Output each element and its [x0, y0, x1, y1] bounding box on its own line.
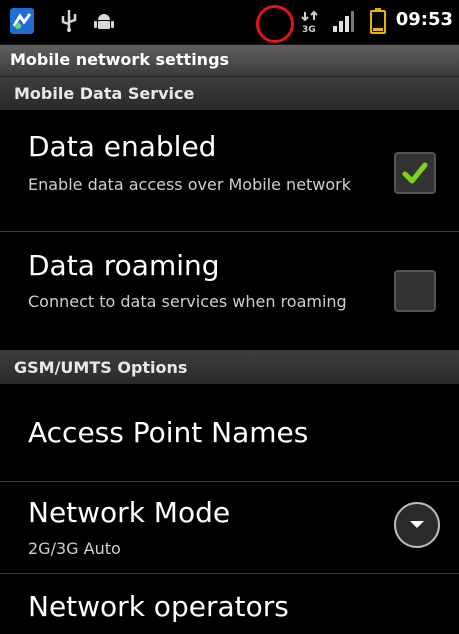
network-operators-setting[interactable]: Network operators: [0, 574, 459, 634]
battery-icon: [370, 8, 386, 38]
page-title: Mobile network settings: [10, 50, 230, 69]
annotation-circle: [256, 5, 294, 43]
setting-title: Network operators: [28, 590, 289, 623]
setting-title: Network Mode: [28, 496, 231, 529]
data-roaming-checkbox[interactable]: [394, 270, 436, 312]
network-3g-icon: 3G: [301, 10, 321, 38]
section-header-mobile-data: Mobile Data Service: [0, 77, 459, 110]
section-label: GSM/UMTS Options: [14, 358, 188, 377]
section-header-gsm: GSM/UMTS Options: [0, 351, 459, 384]
status-bar: 3G 09:53: [0, 0, 459, 45]
android-debug-icon: [94, 12, 114, 34]
setting-title: Access Point Names: [28, 416, 309, 449]
data-enabled-checkbox[interactable]: [394, 152, 436, 194]
data-enabled-setting[interactable]: Data enabled Enable data access over Mob…: [0, 110, 459, 232]
setting-summary: 2G/3G Auto: [28, 539, 121, 558]
checkmark-icon: [402, 162, 428, 184]
apn-setting[interactable]: Access Point Names: [0, 384, 459, 482]
section-label: Mobile Data Service: [14, 84, 195, 103]
title-bar: Mobile network settings: [0, 45, 459, 77]
status-time: 09:53: [395, 9, 453, 30]
usb-icon: [60, 10, 78, 36]
setting-title: Data enabled: [28, 130, 217, 163]
network-mode-setting[interactable]: Network Mode 2G/3G Auto: [0, 482, 459, 574]
setting-title: Data roaming: [28, 249, 220, 282]
network-mode-dropdown[interactable]: [394, 502, 440, 548]
signal-icon: [332, 10, 354, 36]
svg-text:3G: 3G: [302, 25, 316, 34]
data-roaming-setting[interactable]: Data roaming Connect to data services wh…: [0, 232, 459, 351]
setting-summary: Connect to data services when roaming: [28, 292, 347, 311]
sync-icon: [10, 8, 34, 38]
setting-summary: Enable data access over Mobile network: [28, 175, 352, 194]
chevron-down-icon: [410, 521, 424, 528]
